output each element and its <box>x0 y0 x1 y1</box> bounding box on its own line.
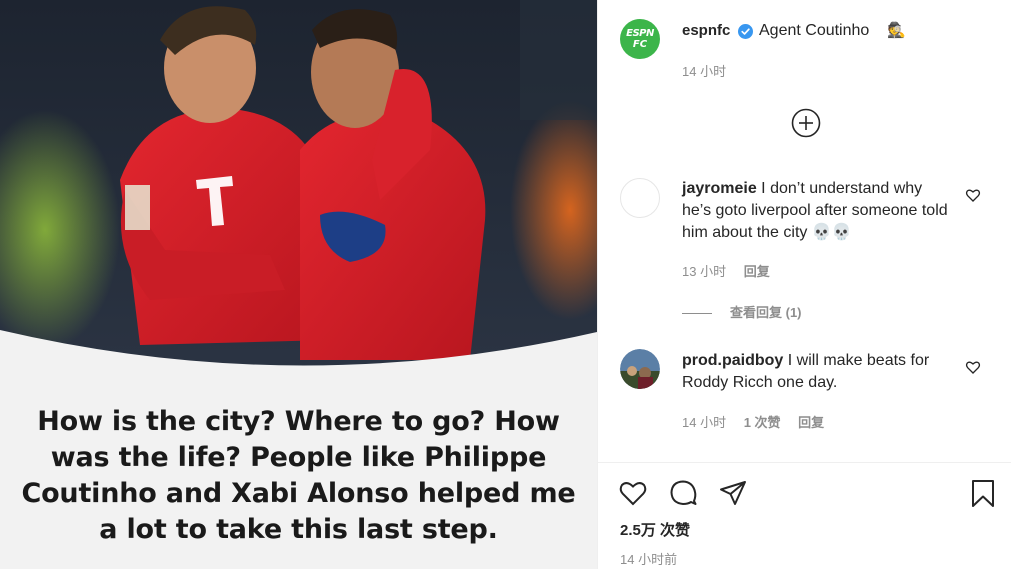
view-replies-label: 查看回复 (1) <box>730 305 802 320</box>
post-header: ESPN FC espnfc Agent Coutinho 🕵️ 14 小时 <box>598 0 1011 90</box>
author-username[interactable]: espnfc <box>682 22 730 39</box>
likes-count[interactable]: 2.5万 次赞 <box>620 519 690 540</box>
comment-meta: 13 小时 回复 <box>682 261 784 280</box>
paper-plane-icon[interactable] <box>718 478 748 508</box>
replies-divider <box>682 313 712 315</box>
section-divider <box>598 462 1011 463</box>
heart-icon[interactable] <box>965 359 981 375</box>
view-replies-button[interactable]: 查看回复 (1) <box>682 302 802 321</box>
avatar[interactable] <box>620 349 660 389</box>
verified-badge-icon <box>738 24 753 39</box>
plus-circle-icon[interactable] <box>791 108 821 138</box>
comment-username[interactable]: prod.paidboy <box>682 352 783 369</box>
comment-username[interactable]: jayromeie <box>682 180 757 197</box>
post-image[interactable]: How is the city? Where to go? How was th… <box>0 0 597 569</box>
comment-likes[interactable]: 1 次赞 <box>744 415 781 430</box>
location-emoji: 🕵️ <box>887 22 906 39</box>
comment-meta: 14 小时 1 次赞 回复 <box>682 412 838 431</box>
bookmark-icon[interactable] <box>968 478 998 508</box>
comment-time: 14 小时 <box>682 415 727 430</box>
heart-icon[interactable] <box>965 187 981 203</box>
post-location[interactable]: Agent Coutinho <box>759 22 869 40</box>
reply-button[interactable]: 回复 <box>744 264 770 279</box>
post-side-panel: ESPN FC espnfc Agent Coutinho 🕵️ 14 小时 j… <box>597 0 1011 569</box>
avatar[interactable]: ESPN FC <box>620 19 660 59</box>
posted-time: 14 小时前 <box>620 552 678 567</box>
comment-time: 13 小时 <box>682 264 727 279</box>
comment-text: jayromeie I don’t understand why he’s go… <box>682 178 952 244</box>
speech-bubble-icon[interactable] <box>668 478 698 508</box>
post-caption-overlay: How is the city? Where to go? How was th… <box>21 406 576 545</box>
comment-text: prod.paidboy I will make beats for Roddy… <box>682 350 952 394</box>
avatar-text-top: ESPN <box>626 28 654 39</box>
post-time: 14 小时 <box>682 64 727 79</box>
avatar-text-bottom: FC <box>632 39 648 50</box>
reply-button[interactable]: 回复 <box>798 415 824 430</box>
avatar[interactable] <box>620 178 660 218</box>
heart-icon[interactable] <box>618 478 648 508</box>
